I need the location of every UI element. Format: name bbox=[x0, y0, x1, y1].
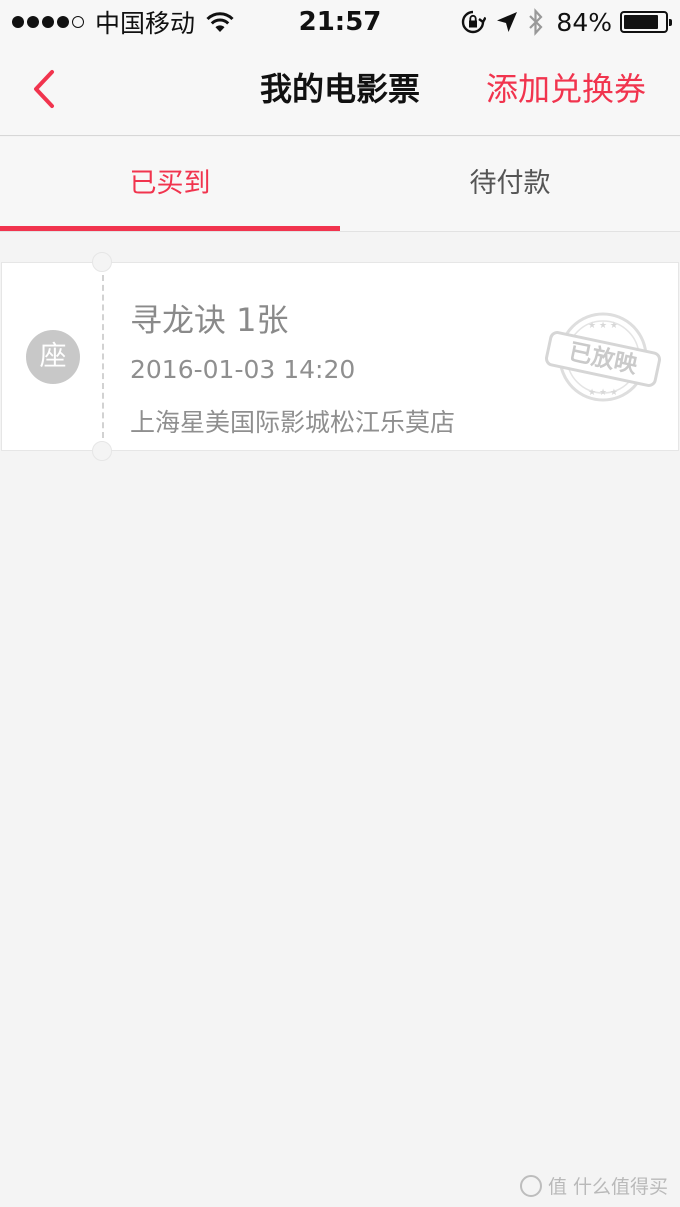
showtime: 2016-01-03 14:20 bbox=[130, 355, 356, 384]
ticket-perforation bbox=[102, 275, 104, 438]
ticket-notch-bottom bbox=[92, 441, 112, 461]
battery-icon bbox=[620, 11, 672, 33]
ticket-card[interactable]: 座 寻龙诀 1张 2016-01-03 14:20 上海星美国际影城松江乐莫店 … bbox=[1, 252, 679, 461]
screened-stamp: ★ ★ ★ ★ ★ ★ 已放映 bbox=[540, 309, 666, 405]
svg-text:★ ★ ★: ★ ★ ★ bbox=[588, 321, 618, 331]
tab-bar: 已买到 待付款 bbox=[0, 137, 680, 232]
svg-text:★ ★ ★: ★ ★ ★ bbox=[588, 388, 618, 398]
watermark: 值 什么值得买 bbox=[519, 1172, 668, 1199]
page: 中国移动 21:57 84% 我的电影票 添加兑换券 已买到 待付款 座 寻龙诀… bbox=[0, 0, 680, 1207]
rotation-lock-icon bbox=[462, 10, 487, 34]
watermark-logo-icon bbox=[519, 1174, 542, 1197]
tab-purchased[interactable]: 已买到 bbox=[0, 137, 340, 231]
watermark-text: 值 什么值得买 bbox=[547, 1176, 668, 1198]
location-arrow-icon bbox=[497, 12, 518, 32]
bluetooth-icon bbox=[529, 8, 543, 36]
nav-bar: 我的电影票 添加兑换券 bbox=[0, 42, 680, 136]
add-voucher-button[interactable]: 添加兑换券 bbox=[486, 42, 646, 136]
tab-pending-payment[interactable]: 待付款 bbox=[340, 137, 680, 231]
seat-badge: 座 bbox=[26, 330, 80, 384]
battery-percent: 84% bbox=[556, 7, 612, 37]
cinema-name: 上海星美国际影城松江乐莫店 bbox=[130, 408, 456, 437]
ticket-notch-top bbox=[92, 252, 112, 272]
battery-fill bbox=[624, 15, 658, 29]
movie-title: 寻龙诀 1张 bbox=[130, 301, 289, 339]
status-bar: 中国移动 21:57 84% bbox=[0, 0, 680, 42]
status-right: 84% bbox=[450, 4, 672, 40]
